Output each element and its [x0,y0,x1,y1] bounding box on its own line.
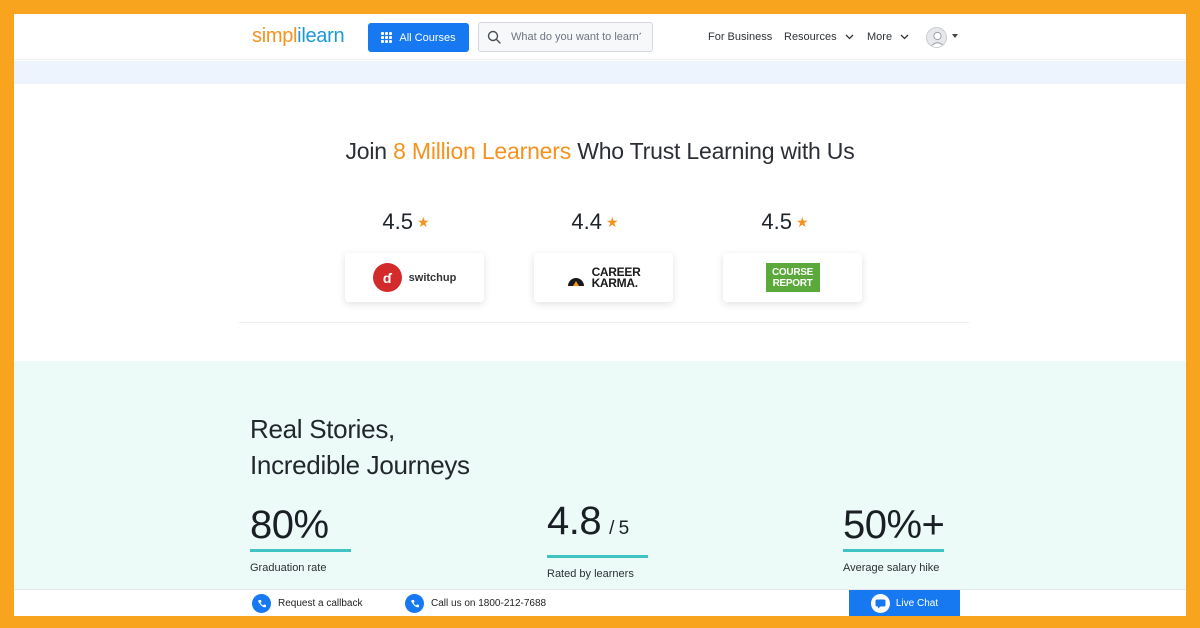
simplilearn-logo[interactable]: simplilearn [252,25,345,48]
user-avatar-icon[interactable] [926,27,947,48]
coursereport-line1: COURSE [772,266,813,278]
all-courses-label: All Courses [399,31,456,44]
careerkarma-wordmark: CAREER KARMA. [591,266,641,290]
search-icon [487,30,501,44]
nav-for-business[interactable]: For Business [708,31,772,43]
phone-callback-icon [252,594,271,613]
nav-more-label: More [867,31,893,43]
careerkarma-rating: 4.4 ★ [525,209,665,235]
rating-value: 4.5 [761,209,793,234]
live-chat-label: Live Chat [895,598,939,609]
careerkarma-line2: KARMA. [591,275,639,290]
caret-down-icon[interactable] [952,34,958,38]
stat-label: Average salary hike [843,562,940,574]
switchup-card[interactable]: ɗ switchup [345,253,484,302]
real-stories-section: Real Stories, Incredible Journeys 80% Gr… [14,361,1186,616]
nav-resources-label: Resources [784,31,837,43]
trust-heading-highlight: 8 Million Learners [393,138,572,164]
stat-underline [547,555,648,558]
stat-salary: 50%+ Average salary hike [843,501,945,574]
careerkarma-logo-icon [567,277,584,286]
call-us-link[interactable]: Call us on 1800-212-7688 [405,594,546,613]
stat-number: 80% [250,503,329,547]
star-icon: ★ [606,213,619,230]
stat-underline [250,549,351,552]
page-frame: simplilearn All Courses For Business Res… [14,14,1186,616]
coursereport-line2: REPORT [772,277,813,289]
stat-graduation: 80% Graduation rate [250,501,351,574]
logo-text-part1: simpl [252,25,298,47]
star-icon: ★ [796,213,809,230]
rating-value: 4.5 [382,209,414,234]
switchup-rating: 4.5 ★ [336,209,476,235]
switchup-logo-icon: ɗ [372,263,402,292]
stat-value: 80% [250,501,351,549]
chat-bubble-icon [870,594,890,613]
stories-heading: Real Stories, Incredible Journeys [250,411,470,483]
coursereport-rating: 4.5 ★ [715,209,855,235]
request-callback-label: Request a callback [278,598,363,609]
bottom-contact-bar: Request a callback Call us on 1800-212-7… [14,589,1186,616]
sub-header-band [14,61,1186,84]
stat-underline [843,549,944,552]
top-navbar: simplilearn All Courses For Business Res… [14,14,1186,60]
all-courses-button[interactable]: All Courses [368,23,469,52]
stat-number: 50%+ [843,503,945,547]
nav-more[interactable]: More [867,31,909,43]
stat-value: 50%+ [843,501,945,549]
stories-heading-line1: Real Stories, [250,414,395,444]
request-callback-link[interactable]: Request a callback [252,594,363,613]
stat-number: 4.8 [547,499,602,543]
stat-label: Graduation rate [250,562,327,574]
stories-heading-line2: Incredible Journeys [250,450,470,480]
switchup-label: switchup [408,271,457,284]
grid-menu-icon [381,32,393,43]
search-box[interactable] [478,22,653,52]
phone-icon [405,594,424,613]
logo-text-part2: learn [301,25,345,47]
trust-heading-suffix: Who Trust Learning with Us [571,138,855,164]
trust-heading-prefix: Join [345,138,394,164]
chevron-down-icon [845,34,854,40]
coursereport-card[interactable]: COURSE REPORT [723,253,862,302]
section-divider [239,322,969,323]
coursereport-logo: COURSE REPORT [765,263,820,292]
search-input[interactable] [511,31,641,43]
stat-value: 4.8 / 5 [547,497,648,553]
trust-heading: Join 8 Million Learners Who Trust Learni… [14,138,1186,165]
nav-for-business-label: For Business [708,31,773,43]
nav-resources[interactable]: Resources [784,31,854,43]
rating-value: 4.4 [571,209,603,234]
star-icon: ★ [417,213,430,230]
live-chat-button[interactable]: Live Chat [849,590,960,616]
chevron-down-icon [900,34,909,40]
call-us-label: Call us on 1800-212-7688 [431,598,547,609]
stat-rating: 4.8 / 5 Rated by learners [547,497,648,580]
stat-suffix: / 5 [609,518,629,539]
careerkarma-card[interactable]: CAREER KARMA. [534,253,673,302]
stat-label: Rated by learners [547,568,634,580]
